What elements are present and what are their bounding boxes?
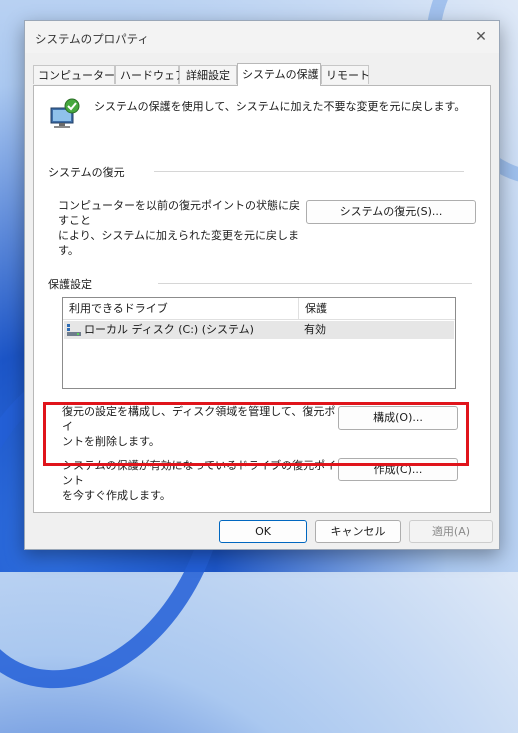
system-properties-dialog: システムのプロパティ ✕ コンピューター名 ハードウェア 詳細設定 システムの保…: [24, 20, 500, 550]
apply-button[interactable]: 適用(A): [409, 520, 493, 543]
restore-description: コンピューターを以前の復元ポイントの状態に戻すこと により、システムに加えられた…: [58, 198, 308, 258]
column-header-protection[interactable]: 保護: [299, 298, 455, 320]
ok-button[interactable]: OK: [219, 520, 307, 543]
protection-group-title: 保護設定: [48, 278, 92, 291]
intro-text: システムの保護を使用して、システムに加えた不要な変更を元に戻します。: [94, 100, 466, 113]
title-bar: システムのプロパティ ✕: [25, 21, 499, 53]
restore-group-title: システムの復元: [48, 166, 125, 179]
table-row[interactable]: ローカル ディスク (C:) (システム) 有効: [64, 321, 454, 339]
tab-hardware[interactable]: ハードウェア: [115, 65, 186, 84]
tab-advanced[interactable]: 詳細設定: [179, 65, 237, 84]
tab-system-protection[interactable]: システムの保護: [237, 63, 321, 86]
drive-name: ローカル ディスク (C:) (システム): [84, 323, 254, 336]
tab-remote[interactable]: リモート: [321, 65, 370, 84]
system-restore-button[interactable]: システムの復元(S)...: [306, 200, 476, 224]
highlight-box: [43, 402, 469, 466]
create-description-line2: を今すぐ作成します。: [62, 489, 171, 502]
drive-icon: [67, 324, 81, 336]
restore-group-line: [154, 171, 464, 172]
restore-description-line2: により、システムに加えられた変更を元に戻します。: [58, 229, 300, 257]
column-header-drive[interactable]: 利用できるドライブ: [63, 298, 299, 320]
system-protection-icon: [50, 98, 80, 128]
cancel-button[interactable]: キャンセル: [315, 520, 401, 543]
protection-group-line: [158, 283, 472, 284]
close-icon[interactable]: ✕: [471, 27, 491, 47]
tab-computer-name[interactable]: コンピューター名: [33, 65, 126, 84]
drive-protection-status: 有効: [304, 323, 326, 336]
window-title: システムのプロパティ: [35, 32, 149, 46]
restore-description-line1: コンピューターを以前の復元ポイントの状態に戻すこと: [58, 199, 300, 227]
drive-list[interactable]: 利用できるドライブ 保護 ローカル ディスク (C:) (システム) 有効: [62, 297, 456, 389]
